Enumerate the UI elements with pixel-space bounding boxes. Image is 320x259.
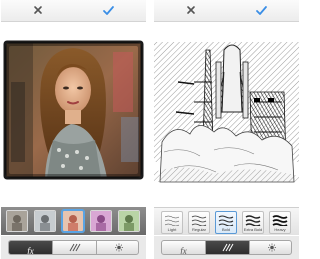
close-button[interactable] [28,2,48,20]
tab-fx[interactable]: fx [162,241,205,254]
line-weight-strip: Light Regular Bold Extra Bold Heavy [154,207,299,235]
line-option-light[interactable]: Light [161,211,183,234]
photo-preview [1,22,146,207]
filter-thumb-1[interactable] [6,210,28,232]
tab-lines[interactable] [205,241,249,254]
hatch-lines-icon [69,243,80,252]
line-option-label: Light [167,227,177,232]
filter-thumb-icon [7,211,27,231]
line-option-label: Heavy [274,227,286,232]
right-phone-screen: Light Regular Bold Extra Bold Heavy fx [154,0,299,259]
filter-thumb-icon [91,211,111,231]
line-option-bold[interactable]: Bold [215,211,237,234]
filter-strip [1,207,146,235]
top-toolbar [154,0,299,22]
close-icon [187,6,195,14]
mode-tabs: fx [8,240,139,255]
tab-settings[interactable] [249,241,291,254]
line-option-label: Bold [221,227,230,232]
close-button[interactable] [181,2,201,20]
wave-lines-icon [272,215,288,226]
wave-lines-icon [245,215,261,226]
mode-tabs: fx [161,240,292,255]
close-icon [34,6,42,14]
tab-settings[interactable] [96,241,138,254]
filter-thumb-icon [35,211,55,231]
checkmark-icon [103,6,114,15]
sun-icon [267,243,276,252]
checkmark-icon [256,6,267,15]
line-option-label: Extra Bold [243,227,263,232]
sketch-preview [154,22,299,207]
fx-label: fx [180,246,187,255]
tab-fx[interactable]: fx [9,241,52,254]
fx-label: fx [27,246,34,255]
portrait-photo [3,40,144,180]
confirm-button[interactable] [98,2,118,20]
line-option-heavy[interactable]: Heavy [269,211,291,234]
filter-thumb-icon [63,211,83,231]
bottom-toolbar: fx [154,236,299,259]
line-option-regular[interactable]: Regular [188,211,210,234]
wave-lines-icon [191,215,207,226]
sun-icon [114,243,123,252]
confirm-button[interactable] [251,2,271,20]
shuttle-sketch [154,42,299,207]
tab-lines[interactable] [52,241,96,254]
filter-thumb-icon [119,211,139,231]
filter-thumb-3[interactable] [62,210,84,232]
left-phone-screen: fx [1,0,146,259]
bottom-toolbar: fx [1,236,146,259]
filter-thumb-2[interactable] [34,210,56,232]
wave-lines-icon [164,215,180,226]
wave-lines-icon [218,215,234,226]
filter-thumb-4[interactable] [90,210,112,232]
top-toolbar [1,0,146,22]
line-option-label: Regular [191,227,206,232]
filter-thumb-5[interactable] [118,210,140,232]
line-option-extra-bold[interactable]: Extra Bold [242,211,264,234]
hatch-lines-icon [222,243,233,252]
